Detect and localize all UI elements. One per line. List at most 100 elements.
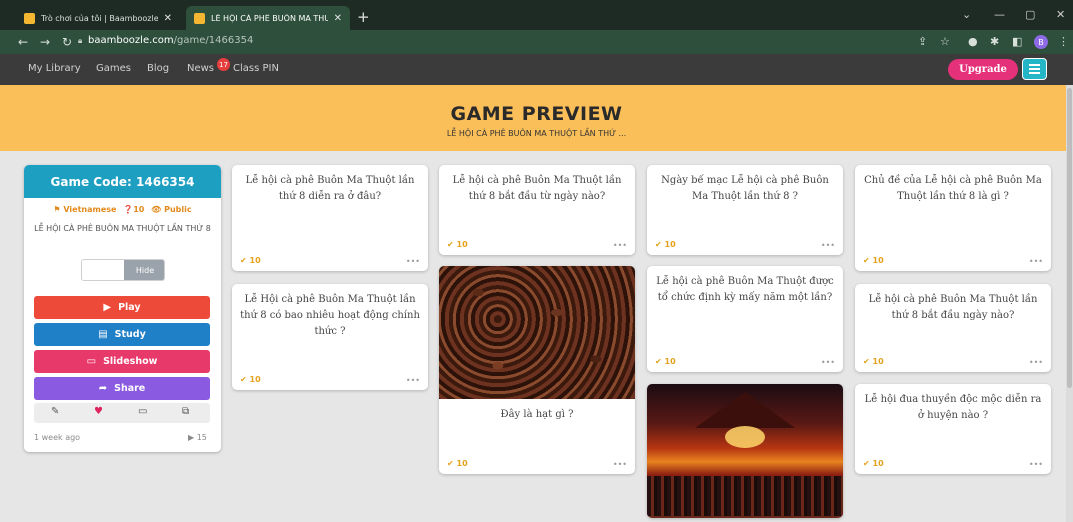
performers-shape: [647, 476, 843, 516]
card-question: Lễ hội cà phê Buôn Ma Thuột được tổ chức…: [656, 276, 834, 303]
game-code: Game Code: 1466354: [24, 165, 221, 198]
card-points: ✔ 10: [240, 256, 261, 265]
question-card[interactable]: Lễ hội cà phê Buôn Ma Thuột lần thứ 8 bắ…: [855, 284, 1051, 372]
tab-search-icon[interactable]: ⌄: [962, 8, 971, 21]
nav-my-library[interactable]: My Library: [28, 63, 81, 74]
site-header: My Library Games Blog News Class PIN: [0, 54, 1073, 85]
hide-toggle[interactable]: Hide: [81, 259, 165, 281]
hide-toggle-label[interactable]: Hide: [124, 260, 164, 280]
restore-icon[interactable]: ▢: [1025, 8, 1035, 21]
question-card[interactable]: Lễ hội đua thuyền độc mộc diễn ra ở huyệ…: [855, 384, 1051, 474]
reload-icon[interactable]: ↻: [62, 35, 72, 49]
nav-games[interactable]: Games: [96, 63, 131, 74]
points-value: 10: [872, 357, 884, 366]
more-options-icon[interactable]: •••: [1029, 460, 1043, 469]
game-preview-banner: GAME PREVIEW LỄ HỘI CÀ PHÊ BUÔN MA THUỘT…: [0, 85, 1073, 151]
more-options-icon[interactable]: •••: [821, 241, 835, 250]
share-page-icon[interactable]: ⇪: [918, 35, 927, 48]
question-card-with-image[interactable]: [647, 384, 843, 518]
toggle-off-side[interactable]: [82, 260, 124, 280]
game-meta: ⚑ Vietnamese ❓10 👁︎ Public: [24, 205, 221, 214]
side-panel-icon[interactable]: ◧: [1012, 35, 1022, 48]
game-language: Vietnamese: [63, 205, 117, 214]
upgrade-button[interactable]: Upgrade: [948, 59, 1018, 80]
menu-line: [1029, 68, 1040, 70]
check-icon: ✔: [863, 459, 870, 468]
points-value: 10: [456, 240, 468, 249]
close-tab-icon[interactable]: ✕: [334, 13, 342, 24]
question-card[interactable]: Chủ đề của Lễ hội cà phê Buôn Ma Thuột l…: [855, 165, 1051, 271]
question-card[interactable]: Lễ hội cà phê Buôn Ma Thuột lần thứ 8 di…: [232, 165, 428, 271]
close-tab-icon[interactable]: ✕: [164, 13, 172, 24]
copy-icon[interactable]: ⧉: [182, 406, 189, 417]
points-value: 10: [456, 459, 468, 468]
nav-class-pin[interactable]: Class PIN: [233, 63, 279, 74]
card-question: Ngày bế mạc Lễ hội cà phê Buôn Ma Thuột …: [661, 175, 829, 202]
forward-icon[interactable]: →: [40, 35, 50, 49]
folder-icon[interactable]: ▭: [138, 406, 147, 417]
check-icon: ✔: [655, 357, 662, 366]
card-points: ✔ 10: [863, 357, 884, 366]
game-actions-row: ✎ ♥ ▭ ⧉: [34, 403, 210, 423]
question-card-with-image[interactable]: Đây là hạt gì ? ✔ 10 •••: [439, 266, 635, 474]
question-card[interactable]: Lễ hội cà phê Buôn Ma Thuột lần thứ 8 bắ…: [439, 165, 635, 255]
minimize-icon[interactable]: —: [994, 8, 1005, 21]
question-card[interactable]: Lễ Hội cà phê Buôn Ma Thuột lần thứ 8 có…: [232, 284, 428, 390]
question-card[interactable]: Ngày bế mạc Lễ hội cà phê Buôn Ma Thuột …: [647, 165, 843, 255]
more-options-icon[interactable]: •••: [613, 460, 627, 469]
nav-blog[interactable]: Blog: [147, 63, 169, 74]
check-icon: ✔: [447, 459, 454, 468]
play-count-icon: ▶: [188, 433, 195, 442]
profile-avatar[interactable]: B: [1034, 35, 1048, 49]
more-options-icon[interactable]: •••: [406, 257, 420, 266]
card-points: ✔ 10: [655, 357, 676, 366]
nav-news[interactable]: News: [187, 63, 214, 74]
festival-stage-image: [647, 384, 843, 518]
share-label: Share: [114, 383, 146, 394]
browser-tab[interactable]: Trò chơi của tôi | Baamboozle - B ✕: [16, 6, 180, 30]
back-icon[interactable]: ←: [18, 35, 28, 49]
points-value: 10: [249, 375, 261, 384]
more-options-icon[interactable]: •••: [821, 358, 835, 367]
url-field[interactable]: baamboozle.com/game/1466354: [88, 35, 253, 46]
study-button[interactable]: ▤ Study: [34, 323, 210, 346]
points-value: 10: [664, 240, 676, 249]
address-bar: ← → ↻ 🔒︎ baamboozle.com/game/1466354 ⇪ ☆…: [0, 30, 1073, 54]
more-options-icon[interactable]: •••: [1029, 257, 1043, 266]
lock-icon: 🔒︎: [78, 36, 83, 45]
edit-pencil-icon[interactable]: ✎: [51, 406, 59, 417]
browser-tab-active[interactable]: LỄ HỘI CÀ PHÊ BUÔN MA THUỘ ✕: [186, 6, 350, 30]
play-button[interactable]: ▶ Play: [34, 296, 210, 319]
check-icon: ✔: [863, 357, 870, 366]
question-card[interactable]: Lễ hội cà phê Buôn Ma Thuột được tổ chức…: [647, 266, 843, 372]
window-close-icon[interactable]: ✕: [1056, 8, 1065, 21]
more-options-icon[interactable]: •••: [1029, 358, 1043, 367]
hamburger-menu-button[interactable]: [1022, 58, 1047, 80]
bookmark-star-icon[interactable]: ☆: [940, 35, 950, 48]
card-points: ✔ 10: [655, 240, 676, 249]
card-points: ✔ 10: [240, 375, 261, 384]
coffee-beans-image: [439, 266, 635, 399]
page-subtitle: LỄ HỘI CÀ PHÊ BUÔN MA THUỘT LẦN THỨ ...: [446, 129, 627, 138]
extensions-puzzle-icon[interactable]: ✱: [990, 35, 999, 48]
language-flag-icon: ⚑: [53, 205, 61, 214]
heart-icon[interactable]: ♥: [94, 406, 103, 417]
check-icon: ✔: [240, 375, 247, 384]
stage-roof-shape: [695, 392, 795, 428]
browser-menu-icon[interactable]: ⋮: [1058, 35, 1069, 48]
scrollbar-thumb[interactable]: [1067, 88, 1072, 388]
new-tab-icon[interactable]: +: [357, 8, 370, 26]
extension-icon[interactable]: ●: [968, 35, 978, 48]
share-button[interactable]: ➦ Share: [34, 377, 210, 400]
menu-line: [1029, 72, 1040, 74]
more-options-icon[interactable]: •••: [613, 241, 627, 250]
points-value: 10: [664, 357, 676, 366]
baamboozle-favicon-icon: [24, 12, 35, 24]
slideshow-button[interactable]: ▭ Slideshow: [34, 350, 210, 373]
card-points: ✔ 10: [863, 256, 884, 265]
more-options-icon[interactable]: •••: [406, 376, 420, 385]
game-visibility: Public: [164, 205, 192, 214]
eye-icon: 👁︎: [151, 205, 162, 214]
points-value: 10: [249, 256, 261, 265]
news-count-badge: 17: [217, 58, 230, 71]
